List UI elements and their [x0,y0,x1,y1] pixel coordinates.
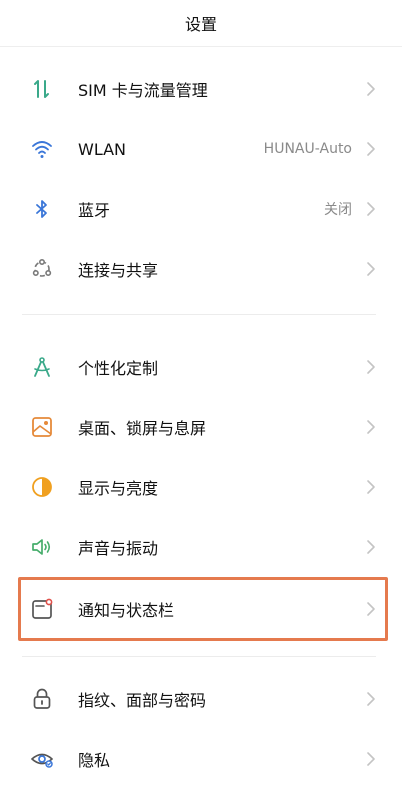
settings-item-brightness[interactable]: 显示与亮度 [0,457,402,517]
settings-item-label: 显示与亮度 [78,479,159,498]
settings-item-label: 连接与共享 [78,261,159,280]
chevron-right-icon [366,141,376,157]
settings-item-fingerprint-face-password[interactable]: 指纹、面部与密码 [0,669,402,729]
lock-icon [30,687,54,711]
brightness-icon [30,475,54,499]
settings-item-sound[interactable]: 声音与振动 [0,517,402,577]
settings-item-label: 个性化定制 [78,359,159,378]
settings-item-personalize[interactable]: 个性化定制 [0,337,402,397]
personalize-icon [30,355,54,379]
settings-item-bluetooth[interactable]: 蓝牙 关闭 [0,179,402,239]
sound-icon [30,535,54,559]
page-title: 设置 [184,15,217,34]
chevron-right-icon [366,261,376,277]
settings-item-label: 指纹、面部与密码 [78,691,207,710]
wifi-icon [30,137,54,161]
settings-item-value: HUNAU-Auto [263,141,352,157]
chevron-right-icon [366,539,376,555]
settings-item-label: WLAN [78,139,127,159]
chevron-right-icon [366,419,376,435]
settings-item-connection-share[interactable]: 连接与共享 [0,239,402,299]
connection-share-icon [30,257,54,281]
settings-item-notification-statusbar[interactable]: 通知与状态栏 [18,577,388,641]
settings-item-label: 通知与状态栏 [78,601,175,620]
settings-group-security: 指纹、面部与密码 隐私 [0,669,402,789]
settings-header: 设置 [0,0,402,46]
group-divider [0,641,402,669]
settings-item-sim[interactable]: SIM 卡与流量管理 [0,59,402,119]
settings-item-value: 关闭 [324,202,352,218]
privacy-eye-icon [30,747,54,771]
settings-item-label: 声音与振动 [78,539,159,558]
settings-group-connectivity: SIM 卡与流量管理 WLAN HUNAU-Auto 蓝牙 关闭 连接与共享 [0,59,402,299]
chevron-right-icon [366,691,376,707]
chevron-right-icon [366,359,376,375]
settings-item-label: 蓝牙 [78,201,111,220]
settings-item-privacy[interactable]: 隐私 [0,729,402,789]
chevron-right-icon [366,601,376,617]
chevron-right-icon [366,81,376,97]
settings-item-label: SIM 卡与流量管理 [78,81,208,100]
settings-item-wallpaper[interactable]: 桌面、锁屏与息屏 [0,397,402,457]
chevron-right-icon [366,479,376,495]
settings-item-wlan[interactable]: WLAN HUNAU-Auto [0,119,402,179]
wallpaper-icon [30,415,54,439]
bluetooth-icon [30,197,54,221]
settings-item-label: 隐私 [78,751,111,770]
group-divider [0,299,402,337]
settings-group-display: 个性化定制 桌面、锁屏与息屏 显示与亮度 声音与振动 通知与状态栏 [0,337,402,641]
chevron-right-icon [366,751,376,767]
notification-icon [30,597,54,621]
chevron-right-icon [366,201,376,217]
sim-data-icon [30,77,54,101]
header-divider [0,46,402,47]
settings-item-label: 桌面、锁屏与息屏 [78,419,207,438]
